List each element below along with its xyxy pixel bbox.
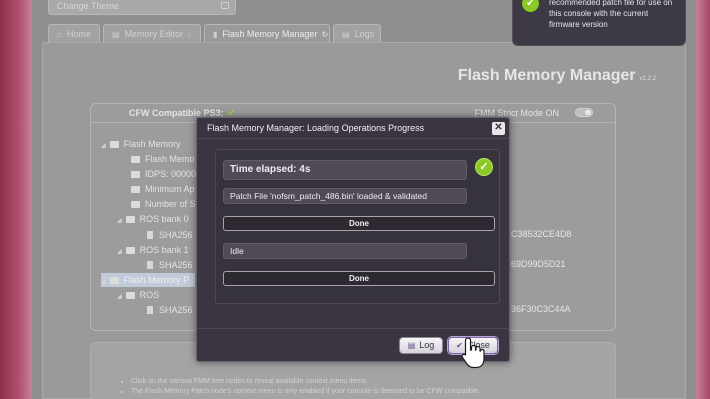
tab-home[interactable]: ⌂ Home (48, 24, 100, 43)
tree-node-label: ROS (139, 290, 160, 300)
strict-mode-toggle[interactable] (575, 108, 593, 117)
backdrop-left (0, 0, 32, 399)
tree-node-label: IDPS: 00000 (145, 169, 197, 179)
tree-node[interactable]: ◢ ROS bank 0 (117, 212, 189, 226)
tab-home-label: Home (66, 29, 91, 39)
tree-node-label: SHA256 (159, 305, 193, 315)
folder-icon (131, 171, 140, 178)
theme-select[interactable]: Change Theme (48, 0, 236, 15)
reload-icon: ↻ (321, 30, 329, 39)
tree-node[interactable]: Number of S (131, 197, 196, 211)
folder-icon (125, 216, 135, 223)
flash-icon: ▮ (213, 30, 218, 39)
progress-panel: Time elapsed: 4s ✓ Patch File 'nofsm_pat… (215, 149, 500, 304)
tree-node-label: Number of S (145, 199, 196, 209)
success-check-icon: ✓ (522, 0, 539, 12)
close-icon[interactable]: ✕ (492, 122, 505, 135)
tree-node-label: ROS bank 1 (139, 245, 189, 255)
folder-icon (131, 156, 140, 163)
file-icon (147, 231, 153, 239)
log-button-label: Log (419, 340, 435, 350)
notification-toast: ✓ recommended patch file for use on this… (512, 0, 686, 46)
tab-logs-label: Logs (354, 29, 375, 39)
tree-node[interactable]: ◢ ROS bank 1 (117, 243, 189, 257)
hash-value: 36F30C3C44A (511, 304, 571, 314)
dropdown-caret-icon (221, 2, 229, 9)
refresh-icon: ○ (187, 32, 192, 39)
tree-node[interactable]: Flash Memo (131, 152, 195, 166)
tab-memory-editor-label: Memory Editor (124, 29, 184, 39)
tree-node[interactable]: SHA256 (147, 258, 193, 272)
collapse-arrow-icon: ◢ (117, 294, 122, 300)
backdrop-right (696, 0, 710, 399)
help-item: The Flash Memory Patch node's context me… (131, 387, 480, 397)
done-button[interactable]: Done (223, 216, 495, 231)
file-icon (147, 306, 153, 314)
collapse-arrow-icon: ◢ (101, 279, 106, 285)
notification-text: recommended patch file for use on this c… (549, 0, 673, 29)
memory-icon: ▤ (112, 30, 120, 39)
done-button[interactable]: Done (223, 271, 495, 286)
folder-icon (125, 247, 135, 254)
dialog-title: Flash Memory Manager: Loading Operations… (197, 118, 509, 139)
help-item: Click on the various FMM tree nodes to r… (131, 377, 480, 387)
home-icon: ⌂ (57, 30, 62, 39)
tree-node-label: Flash Memo (145, 154, 195, 164)
hash-value: C38532CE4D8 (511, 229, 572, 239)
log-button[interactable]: ▤ Log (399, 337, 443, 354)
tab-logs[interactable]: ▤ Logs (333, 24, 381, 43)
tree-node-label: Flash Memory (123, 139, 181, 149)
folder-icon (109, 141, 119, 148)
tab-memory-editor[interactable]: ▤ Memory Editor ○ (103, 24, 201, 43)
tree-node[interactable]: IDPS: 00000 (131, 167, 196, 181)
collapse-arrow-icon: ◢ (101, 143, 106, 149)
page-title: Flash Memory Manager v1.2.2 (458, 67, 656, 85)
tree-node-label: SHA256 (159, 230, 193, 240)
page-title-text: Flash Memory Manager (457, 67, 636, 84)
file-icon (147, 261, 153, 269)
tree-node-selected[interactable]: ◢ Flash Memory P (101, 273, 196, 287)
folder-icon (109, 277, 119, 284)
folder-icon (131, 186, 140, 193)
tree-node-label: ROS bank 0 (139, 214, 189, 224)
logs-icon: ▤ (342, 30, 350, 39)
collapse-arrow-icon: ◢ (117, 249, 122, 255)
folder-icon (125, 292, 135, 299)
tab-flash-memory-manager-label: Flash Memory Manager (222, 29, 318, 39)
version-label: v1.2.2 (639, 76, 656, 82)
hand-cursor-icon (461, 337, 485, 369)
status-message: Idle (223, 243, 467, 259)
success-check-icon: ✓ (475, 158, 493, 176)
tree-node-label: Flash Memory P (123, 275, 190, 285)
tree-node[interactable]: SHA256 (147, 303, 193, 317)
loading-progress-dialog: Flash Memory Manager: Loading Operations… (196, 117, 510, 362)
tree-node[interactable]: Minimum Ap (131, 182, 195, 196)
status-message: Patch File 'nofsm_patch_486.bin' loaded … (223, 188, 467, 204)
tree-node[interactable]: ◢ ROS (117, 288, 159, 302)
tree-node[interactable]: ◢ Flash Memory (101, 137, 181, 151)
theme-select-label: Change Theme (57, 1, 119, 11)
tree-node-label: Minimum Ap (145, 184, 195, 194)
tab-flash-memory-manager[interactable]: ▮ Flash Memory Manager ↻ (204, 24, 330, 43)
tree-node-label: SHA256 (159, 260, 193, 270)
hash-value: 69D99D5D21 (511, 259, 566, 269)
time-elapsed-label: Time elapsed: 4s (223, 160, 467, 180)
divider (197, 328, 509, 329)
folder-icon (131, 201, 140, 208)
collapse-arrow-icon: ◢ (117, 218, 122, 224)
log-icon: ▤ (407, 341, 416, 350)
tree-node[interactable]: SHA256 (147, 228, 193, 242)
